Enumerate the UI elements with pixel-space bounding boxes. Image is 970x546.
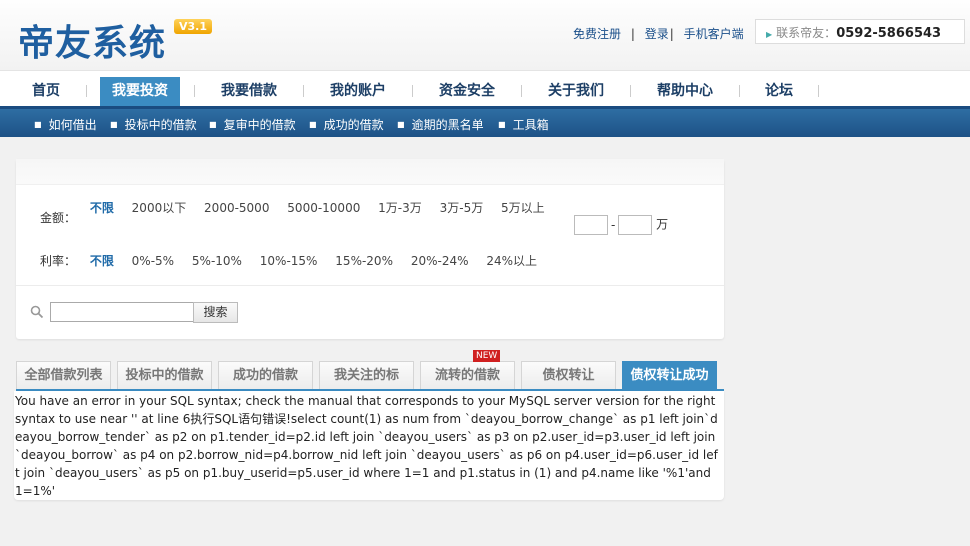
amount-min-input[interactable] [574,215,608,235]
nav-divider [739,85,740,97]
header: 帝友系统 V3.1 免费注册 | 登录| 手机客户端 ▶ 联系帝友：0592-58… [0,0,970,70]
amount-option[interactable]: 1万-3万 [378,199,422,216]
rate-label: 利率： [40,254,77,268]
sub-nav: ■ 如何借出 ■ 投标中的借款 ■ 复审中的借款 ■ 成功的借款 ■ 逾期的黑名单 ■ 工具… [0,106,970,137]
subnav-item-label: 工具箱 [512,118,549,132]
rate-option[interactable]: 15%-20% [335,254,393,268]
arrow-right-icon: ▶ [766,30,773,39]
subnav-item-bidding[interactable]: ■ 投标中的借款 [110,116,197,133]
subnav-item-tools[interactable]: ■ 工具箱 [498,116,549,133]
contact-box: ▶ 联系帝友：0592-5866543 [755,19,965,44]
rate-option[interactable]: 0%-5% [132,254,174,268]
subnav-item-how-to-lend[interactable]: ■ 如何借出 [34,116,97,133]
nav-item-security[interactable]: 资金安全 [427,77,507,107]
search-button[interactable]: 搜索 [193,302,238,323]
login-link[interactable]: 登录 [645,27,669,41]
contact-label: 联系帝友 [776,26,825,40]
subnav-item-label: 投标中的借款 [124,118,197,132]
tab-successful-loans[interactable]: 成功的借款 [218,361,313,390]
amount-option[interactable]: 2000-5000 [204,201,269,215]
nav-item-help[interactable]: 帮助中心 [645,77,725,107]
contact-colon: ： [824,26,837,40]
tab-bidding-loans[interactable]: 投标中的借款 [117,361,212,390]
tab-circulating-loans[interactable]: 流转的借款 [420,361,515,390]
nav-divider [194,85,195,97]
bullet-icon: ■ [34,120,42,129]
main-nav: 首页 我要投资 我要借款 我的账户 资金安全 关于我们 帮助中心 论坛 [0,70,970,107]
rate-option[interactable]: 不限 [90,252,114,269]
amount-max-input[interactable] [618,215,653,235]
amount-option[interactable]: 5000-10000 [287,201,360,215]
range-dash: - [611,217,616,232]
amount-option[interactable]: 不限 [90,199,114,216]
nav-divider [521,85,522,97]
rate-filter-row: 利率： 不限 0%-5% 5%-10% 10%-15% 15%-20% 20%-… [40,252,551,269]
nav-divider [818,85,819,97]
contact-phone: 0592-5866543 [836,26,942,41]
nav-item-about[interactable]: 关于我们 [536,77,616,107]
tab-all-loans[interactable]: 全部借款列表 [16,361,111,390]
amount-range: - 万 [574,215,668,235]
nav-divider [630,85,631,97]
rate-option[interactable]: 5%-10% [192,254,242,268]
amount-option[interactable]: 3万-5万 [440,199,484,216]
filter-panel: 金额： 不限 2000以下 2000-5000 5000-10000 1万-3万… [16,159,724,339]
nav-divider [86,85,87,97]
bullet-icon: ■ [397,120,405,129]
subnav-item-label: 复审中的借款 [223,118,296,132]
filter-header-strip [16,159,724,185]
amount-label: 金额： [40,211,77,225]
tab-debt-transfer-success[interactable]: 债权转让成功 [622,361,717,390]
amount-filter-row: 金额： 不限 2000以下 2000-5000 5000-10000 1万-3万… [40,199,559,226]
mobile-client-link[interactable]: 手机客户端 [684,27,744,41]
nav-item-forum[interactable]: 论坛 [754,77,804,107]
tab-bar: 全部借款列表 投标中的借款 成功的借款 我关注的标 流转的借款 债权转让 债权转… [16,361,724,390]
subnav-item-label: 逾期的黑名单 [411,118,484,132]
new-badge: NEW [473,350,501,362]
bullet-icon: ■ [498,120,506,129]
amount-option[interactable]: 2000以下 [132,199,187,216]
bullet-icon: ■ [110,120,118,129]
subnav-item-label: 如何借出 [48,118,97,132]
nav-divider [412,85,413,97]
search-icon [30,305,44,319]
range-unit: 万 [656,217,669,232]
rate-option[interactable]: 10%-15% [260,254,318,268]
subnav-item-successful[interactable]: ■ 成功的借款 [309,116,384,133]
nav-divider [303,85,304,97]
rate-option[interactable]: 24%以上 [486,252,537,269]
subnav-item-label: 成功的借款 [323,118,384,132]
amount-option[interactable]: 5万以上 [501,199,545,216]
subnav-item-blacklist[interactable]: ■ 逾期的黑名单 [397,116,484,133]
sql-error-message: You have an error in your SQL syntax; ch… [15,394,718,498]
register-link[interactable]: 免费注册 [573,27,621,41]
bullet-icon: ■ [309,120,317,129]
bullet-icon: ■ [209,120,217,129]
separator: | [669,27,674,41]
content-panel: You have an error in your SQL syntax; ch… [14,391,724,500]
nav-item-borrow[interactable]: 我要借款 [209,77,289,107]
separator: | [630,27,635,41]
search-input[interactable] [50,302,194,322]
version-badge: V3.1 [174,19,212,34]
subnav-item-reviewing[interactable]: ■ 复审中的借款 [209,116,296,133]
nav-item-invest[interactable]: 我要投资 [100,77,180,107]
tab-followed[interactable]: 我关注的标 [319,361,414,390]
nav-item-account[interactable]: 我的账户 [318,77,398,107]
divider [16,285,724,286]
nav-item-home[interactable]: 首页 [16,77,76,107]
rate-option[interactable]: 20%-24% [411,254,469,268]
logo[interactable]: 帝友系统 [18,14,166,66]
tab-debt-transfer[interactable]: 债权转让 [521,361,616,390]
top-links: 免费注册 | 登录| 手机客户端 [573,25,744,42]
